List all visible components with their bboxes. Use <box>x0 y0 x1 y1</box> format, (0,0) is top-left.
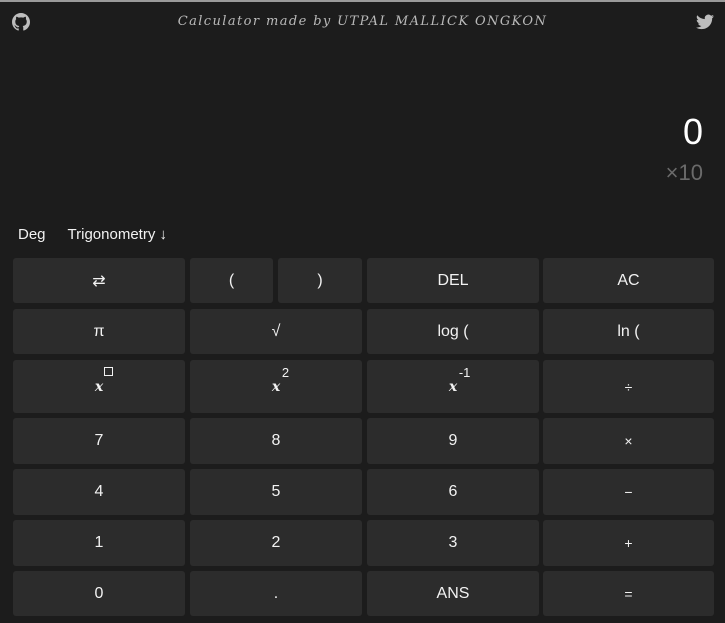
swap-button[interactable]: ⇄ <box>13 258 185 303</box>
inverse-base-label: x <box>448 378 458 395</box>
digit-8-button[interactable]: 8 <box>190 418 362 464</box>
log-button[interactable]: log ( <box>367 309 539 354</box>
digit-4-button[interactable]: 4 <box>13 469 185 515</box>
empty-box-icon <box>103 364 113 379</box>
power-base-label: x <box>94 378 104 395</box>
trigonometry-menu[interactable]: Trigonometry ↓ <box>68 226 167 243</box>
plus-button[interactable]: + <box>543 520 714 566</box>
multiply-button[interactable]: × <box>543 418 714 464</box>
page-title: Calculator made by UTPAL MALLICK ONGKON <box>177 14 548 29</box>
inverse-button[interactable]: x -1 <box>367 360 539 413</box>
square-button[interactable]: x 2 <box>190 360 362 413</box>
display-value: 0 <box>682 111 703 152</box>
digit-5-button[interactable]: 5 <box>190 469 362 515</box>
digit-2-button[interactable]: 2 <box>190 520 362 566</box>
digit-3-button[interactable]: 3 <box>367 520 539 566</box>
result-display: 0 ×10 <box>666 108 703 188</box>
answer-button[interactable]: ANS <box>367 571 539 616</box>
inverse-exponent-label: -1 <box>458 364 471 380</box>
header: Calculator made by UTPAL MALLICK ONGKON <box>0 2 725 42</box>
delete-button[interactable]: DEL <box>367 258 539 303</box>
digit-0-button[interactable]: 0 <box>13 571 185 616</box>
ln-button[interactable]: ln ( <box>543 309 714 354</box>
close-paren-button[interactable]: ) <box>278 258 362 303</box>
digit-6-button[interactable]: 6 <box>367 469 539 515</box>
sqrt-button[interactable]: √ <box>190 309 362 354</box>
minus-button[interactable]: − <box>543 469 714 515</box>
calculator-app: Calculator made by UTPAL MALLICK ONGKON … <box>0 0 725 623</box>
equals-button[interactable]: = <box>543 571 714 616</box>
square-base-label: x <box>271 378 281 395</box>
all-clear-button[interactable]: AC <box>543 258 714 303</box>
decimal-button[interactable]: . <box>190 571 362 616</box>
divide-button[interactable]: ÷ <box>543 360 714 413</box>
pi-button[interactable]: π <box>13 309 185 354</box>
digit-9-button[interactable]: 9 <box>367 418 539 464</box>
digit-7-button[interactable]: 7 <box>13 418 185 464</box>
digit-1-button[interactable]: 1 <box>13 520 185 566</box>
mode-bar: Deg Trigonometry ↓ <box>18 226 167 243</box>
open-paren-button[interactable]: ( <box>190 258 273 303</box>
display-exponent: ×10 <box>665 160 703 185</box>
twitter-icon[interactable] <box>696 13 714 31</box>
square-exponent-label: 2 <box>281 364 290 380</box>
angle-mode-toggle[interactable]: Deg <box>18 226 46 243</box>
power-button[interactable]: x <box>13 360 185 413</box>
